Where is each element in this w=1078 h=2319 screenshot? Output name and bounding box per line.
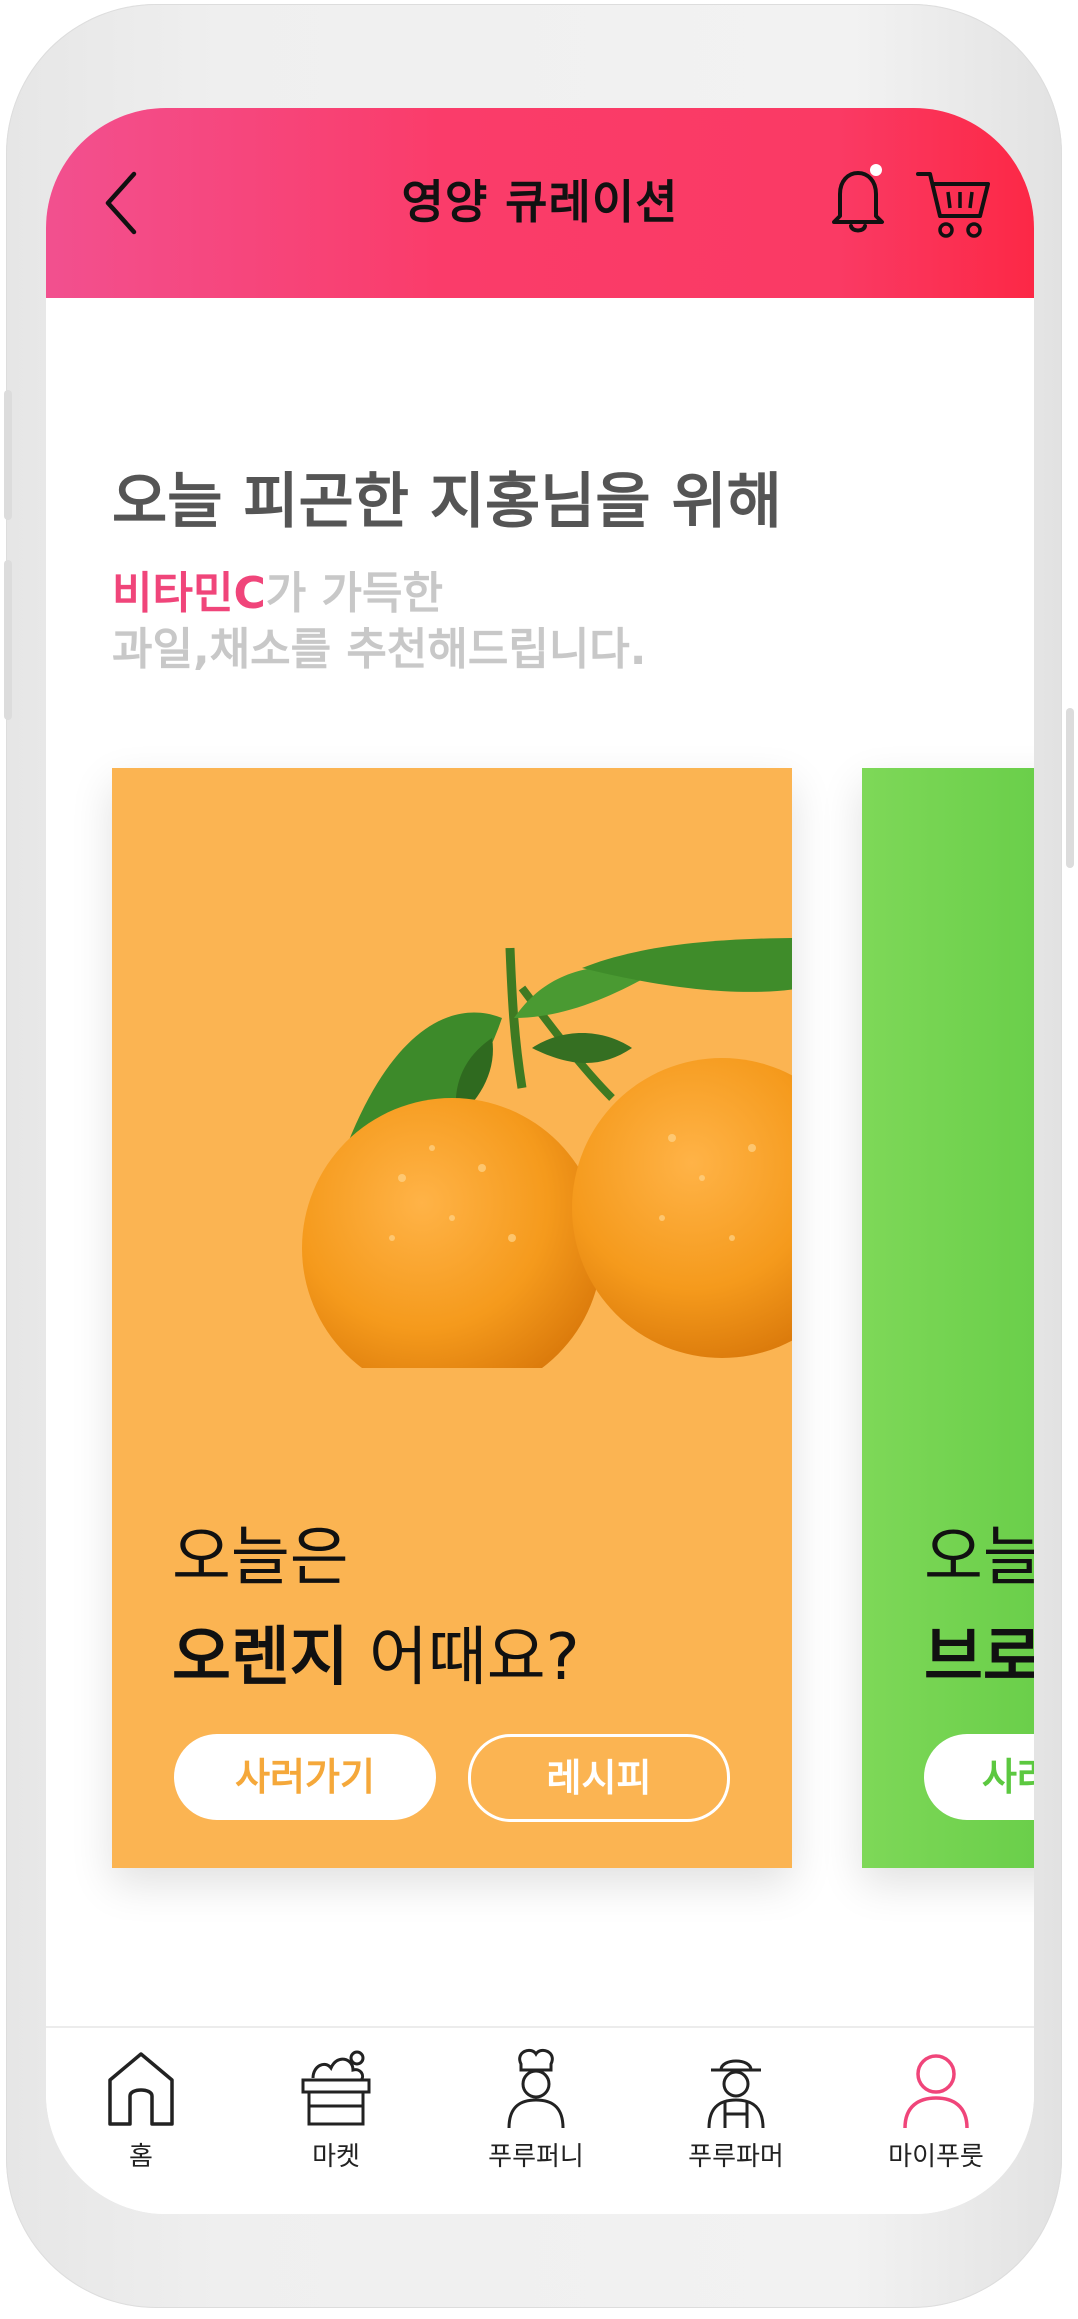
volume-button xyxy=(4,390,12,520)
card-caption: 오늘은 xyxy=(172,1521,349,1595)
nav-item-home[interactable]: 홈 xyxy=(46,2040,236,2200)
farmer-icon xyxy=(707,2059,765,2129)
nav-item-mypage[interactable]: 마이푸룻 xyxy=(841,2040,1031,2200)
chef-icon xyxy=(507,2048,565,2129)
recommendation-card-orange[interactable]: 오늘은 오렌지 어때요? 사러가기 레시피 xyxy=(112,768,792,1868)
app-header: 영양 큐레이션 xyxy=(46,108,1034,298)
nav-label: 마켓 xyxy=(312,2142,360,2172)
power-button xyxy=(1066,708,1074,868)
nav-label: 마이푸룻 xyxy=(888,2142,984,2172)
orange-fruit-image xyxy=(302,938,792,1368)
recommendation-subtitle: 비타민C가 가득한 과일,채소를 추천해드립니다. xyxy=(112,566,647,678)
nav-item-market[interactable]: 마켓 xyxy=(241,2040,431,2200)
subtitle-text: 과일,채소를 추천해드립니다. xyxy=(112,624,647,675)
nutrient-highlight: 비타민C xyxy=(112,568,266,619)
user-icon xyxy=(903,2054,969,2129)
bell-icon[interactable] xyxy=(826,160,890,240)
card-caption: 오늘 xyxy=(924,1521,1034,1595)
card-product-line: 브로 xyxy=(924,1606,1034,1698)
product-name: 브로 xyxy=(924,1621,1034,1695)
greeting-heading: 오늘 피곤한 지홍님을 위해 xyxy=(112,467,782,537)
card-product-line: 오렌지 어때요? xyxy=(172,1606,580,1698)
nav-label: 홈 xyxy=(129,2142,153,2172)
market-basket-icon xyxy=(301,2050,371,2126)
product-name: 오렌지 xyxy=(172,1621,349,1695)
bottom-navigation: 홈 마켓 푸루퍼니 푸루파머 마이푸룻 xyxy=(46,2026,1034,2214)
recipe-button[interactable]: 레시피 xyxy=(468,1734,730,1822)
buy-button[interactable]: 사러 xyxy=(924,1734,1034,1820)
nav-item-chef[interactable]: 푸루퍼니 xyxy=(441,2040,631,2200)
buy-button[interactable]: 사러가기 xyxy=(174,1734,436,1820)
app-screen: 영양 큐레이션 오늘 피곤한 지홍님을 위해 비타민C가 가득한 과일,채소를 … xyxy=(46,108,1034,2214)
volume-button xyxy=(4,560,12,720)
nav-label: 푸루파머 xyxy=(688,2142,784,2172)
cart-icon[interactable] xyxy=(914,166,994,242)
home-icon xyxy=(108,2052,174,2126)
card-question: 어때요? xyxy=(348,1621,580,1695)
nav-item-farmer[interactable]: 푸루파머 xyxy=(641,2040,831,2200)
subtitle-text: 가 가득한 xyxy=(265,568,443,619)
nav-label: 푸루퍼니 xyxy=(488,2142,584,2172)
recommendation-card-broccoli[interactable]: 오늘 브로 사러 xyxy=(862,768,1034,1868)
